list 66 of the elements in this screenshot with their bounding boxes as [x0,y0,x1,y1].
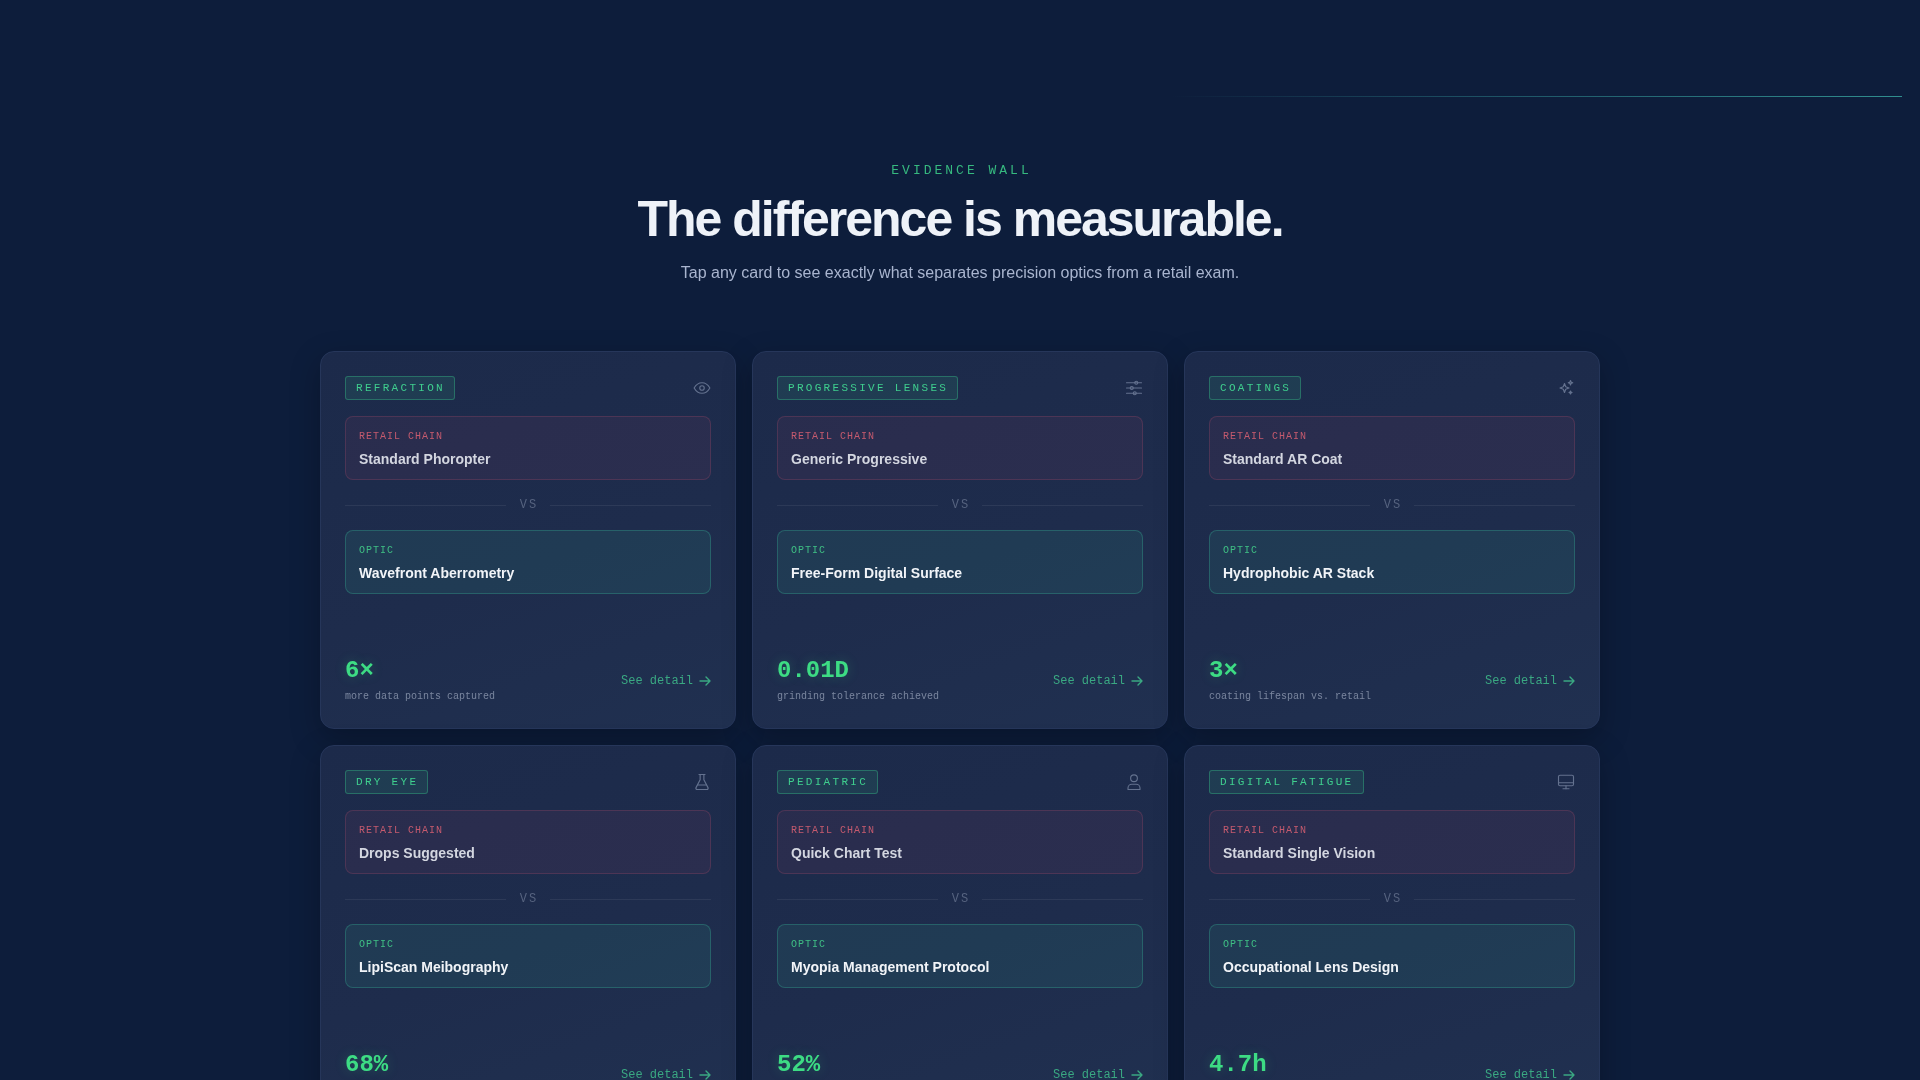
eye-icon [693,379,711,397]
panel-label: RETAIL CHAIN [359,824,444,838]
panel-label: OPTIC [1223,938,1259,952]
category-tag: PROGRESSIVE LENSES [777,376,959,400]
stat-value: 52% [777,1050,821,1080]
stat-caption: more data points captured [345,690,496,704]
panel-label: OPTIC [791,544,827,558]
sparkles-icon [1557,379,1575,397]
product-name: LipiScan Meibography [359,958,510,976]
panel-label: RETAIL CHAIN [1223,824,1308,838]
arrow-right-icon [699,1070,711,1080]
page-heading: The difference is measurable. [637,190,1283,249]
product-name: Hydrophobic AR Stack [1223,564,1376,582]
stat-value: 0.01D [777,656,850,686]
flask-icon [693,773,711,791]
versus-label: VS [518,892,539,906]
category-tag: DRY EYE [345,770,429,794]
arrow-right-icon [1131,1070,1143,1080]
arrow-right-icon [1131,676,1143,686]
product-name: Drops Suggested [359,844,476,862]
product-name: Wavefront Aberrometry [359,564,516,582]
page-subtitle: Tap any card to see exactly what separates precision optics from a retail exam. [680,263,1240,283]
comparison-card[interactable]: PROGRESSIVE LENSES RETAIL CHAIN Generic Progressive VS OPTIC Free-Form Digital Surface 0.01D grinding tolerance achieved See detail [752,351,1168,729]
stat-value: 3× [1209,656,1239,686]
comparison-card[interactable]: COATINGS RETAIL CHAIN Standard AR Coat VS OPTIC Hydrophobic AR Stack 3× coating lifespan vs. retail See detail [1184,351,1600,729]
stat-caption: grinding tolerance achieved [777,690,940,704]
panel-label: OPTIC [359,544,395,558]
arrow-right-icon [699,676,711,686]
stat-value: 68% [345,1050,389,1080]
stat-caption: coating lifespan vs. retail [1209,690,1372,704]
versus-label: VS [1382,498,1403,512]
see-detail-link[interactable]: See detail [1053,1067,1143,1080]
product-name: Quick Chart Test [791,844,903,862]
product-name: Occupational Lens Design [1223,958,1400,976]
arrow-right-icon [1563,1070,1575,1080]
panel-label: OPTIC [1223,544,1259,558]
panel-label: RETAIL CHAIN [359,430,444,444]
product-name: Free-Form Digital Surface [791,564,964,582]
see-detail-link[interactable]: See detail [621,1067,711,1080]
see-detail-link[interactable]: See detail [1485,1067,1575,1080]
eyebrow-label: EVIDENCE WALL [890,163,1032,179]
see-detail-link[interactable]: See detail [621,673,711,689]
product-name: Myopia Management Protocol [791,958,991,976]
panel-label: OPTIC [359,938,395,952]
sliders-icon [1125,379,1143,397]
category-tag: DIGITAL FATIGUE [1209,770,1364,794]
product-name: Standard AR Coat [1223,450,1344,468]
panel-label: RETAIL CHAIN [791,824,876,838]
product-name: Standard Phoropter [359,450,492,468]
stat-value: 4.7h [1209,1050,1267,1080]
panel-label: RETAIL CHAIN [791,430,876,444]
see-detail-link[interactable]: See detail [1053,673,1143,689]
panel-label: OPTIC [791,938,827,952]
monitor-icon [1557,773,1575,791]
see-detail-link[interactable]: See detail [1485,673,1575,689]
category-tag: REFRACTION [345,376,455,400]
product-name: Generic Progressive [791,450,929,468]
comparison-card[interactable]: DRY EYE RETAIL CHAIN Drops Suggested VS OPTIC LipiScan Meibography 68% See detail [320,745,736,1080]
product-name: Standard Single Vision [1223,844,1377,862]
versus-label: VS [950,498,971,512]
person-icon [1125,773,1143,791]
arrow-right-icon [1563,676,1575,686]
panel-label: RETAIL CHAIN [1223,430,1308,444]
category-tag: COATINGS [1209,376,1302,400]
stat-value: 6× [345,656,375,686]
category-tag: PEDIATRIC [777,770,879,794]
